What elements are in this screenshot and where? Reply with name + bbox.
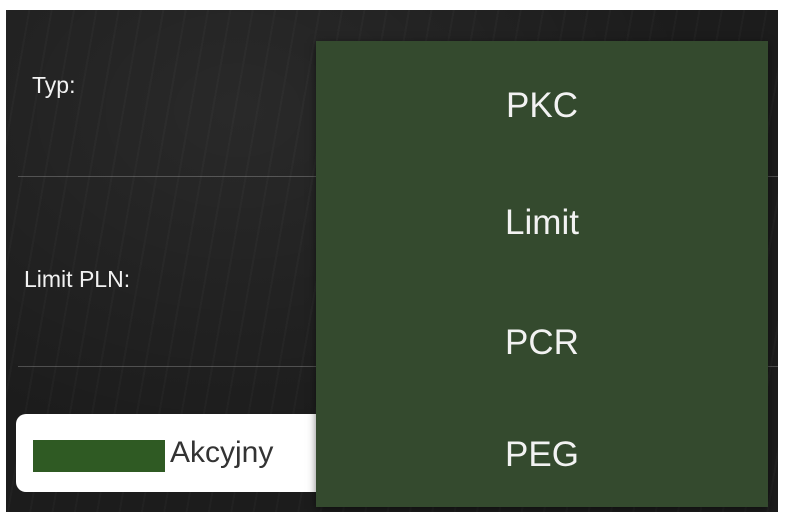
dropdown-menu: PKC Limit PCR PEG <box>316 41 768 507</box>
type-label: Typ: <box>32 72 76 98</box>
form-panel: Typ: Limit PLN: Akcyjny PKC Limit PCR PE… <box>6 10 778 512</box>
option-limit[interactable]: Limit <box>316 203 768 243</box>
option-peg[interactable]: PEG <box>316 435 768 475</box>
limit-pln-label: Limit PLN: <box>24 266 131 292</box>
select-value: Akcyjny <box>170 436 274 469</box>
color-swatch <box>33 440 165 472</box>
option-pkc[interactable]: PKC <box>316 86 768 126</box>
fund-type-select[interactable]: Akcyjny <box>16 414 336 492</box>
option-pcr[interactable]: PCR <box>316 323 768 363</box>
